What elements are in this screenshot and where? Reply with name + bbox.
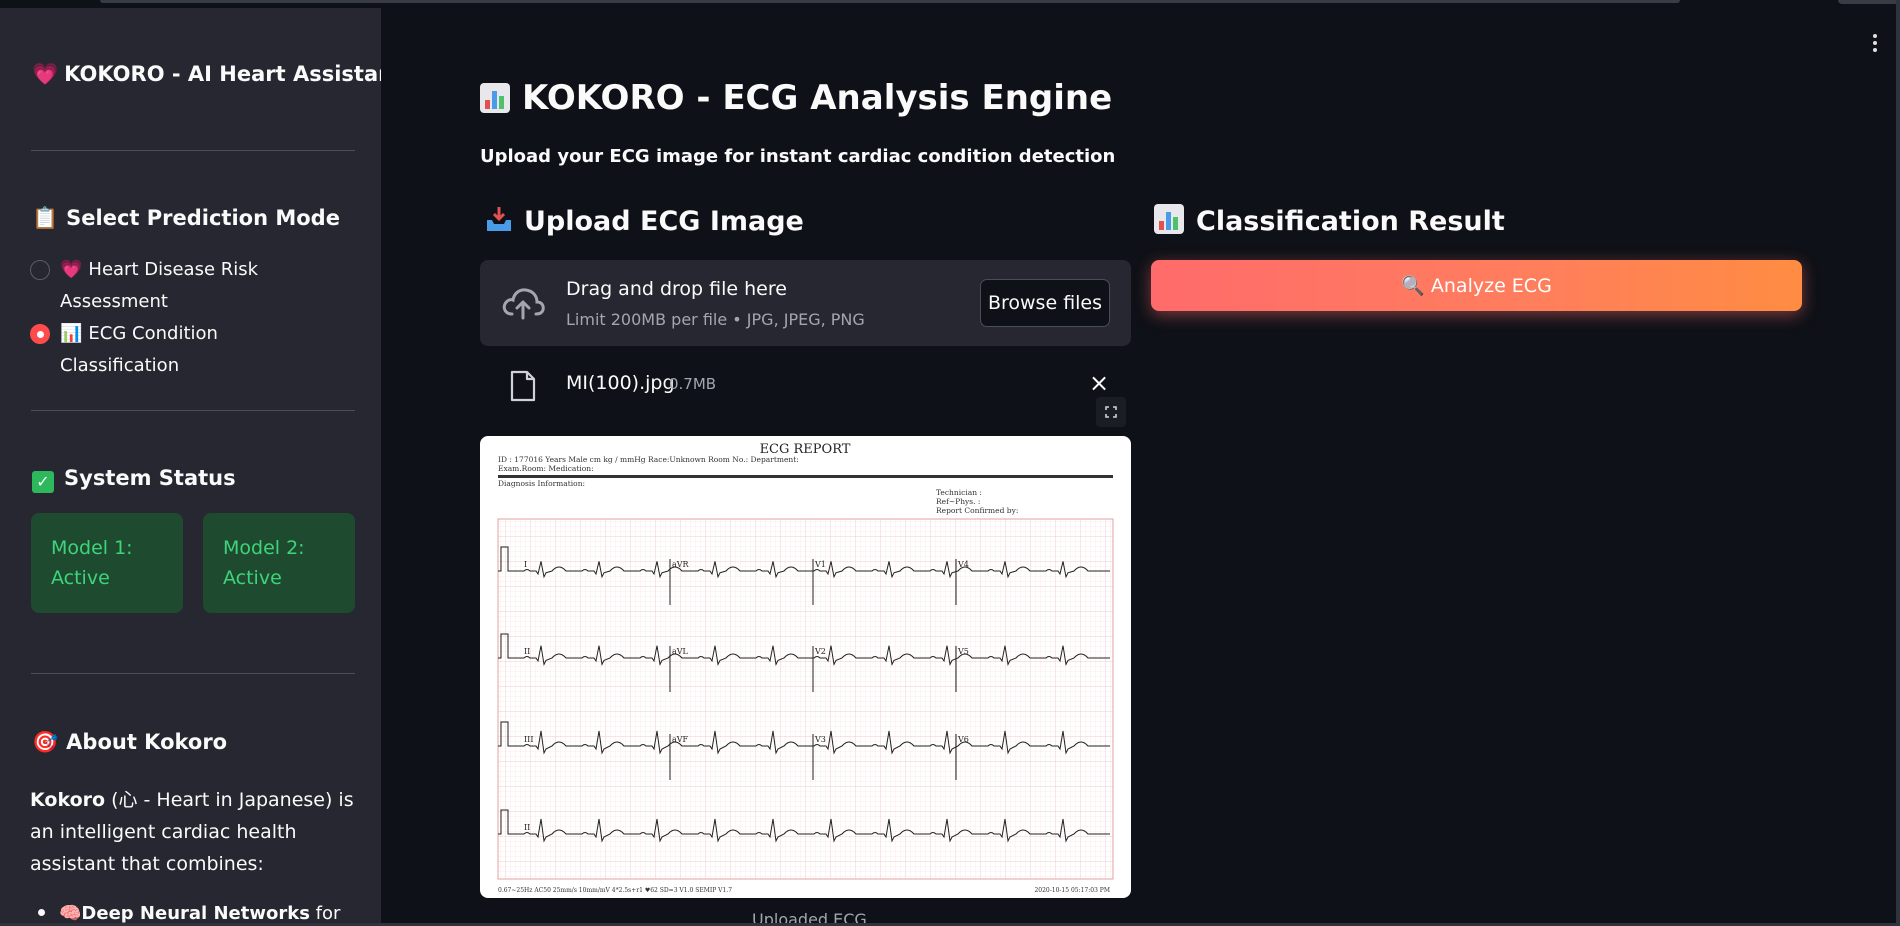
lead-label: V5 [957,647,969,656]
clipboard-icon: 📋 [32,206,59,230]
lead-label: V2 [814,647,826,656]
lead-label: II [524,823,530,832]
lead-label: V6 [957,735,969,744]
browser-chrome-strip [0,0,1900,8]
file-icon [510,370,536,402]
radio-button[interactable] [30,260,50,280]
ecg-report-graphic: ECG REPORT ID : 177016 Years Male cm kg … [497,442,1114,894]
status-heading: ✓ System Status [32,466,236,493]
ecg-confirmed: Report Confirmed by: [936,506,1018,515]
status-card-model-1: Model 1: Active [31,513,183,613]
bar-chart-icon [1154,204,1184,234]
radio-button-selected[interactable] [30,324,50,344]
sidebar-divider [31,410,355,411]
file-name: MI(100).jpg [566,372,675,394]
ecg-footer-left: 0.67~25Hz AC50 25mm/s 10mm/mV 4*2.5s+r1 … [498,887,732,894]
target-icon: 🎯 [32,730,59,754]
bar-chart-icon [480,83,510,113]
upload-heading: Upload ECG Image [484,204,804,237]
heart-icon: 💗 [60,259,83,280]
cloud-upload-icon [502,288,545,320]
status-card-model-2: Model 2: Active [203,513,355,613]
sidebar-divider [31,673,355,674]
file-size: 0.7MB [669,375,717,393]
sidebar-divider [31,150,355,151]
fullscreen-icon[interactable] [1096,397,1126,427]
heart-icon: 💗 [32,62,59,86]
about-text: Kokoro (心 - Heart in Japanese) is an int… [30,789,354,875]
lead-label: aVF [672,735,689,744]
inbox-tray-icon [484,204,514,234]
file-dropzone[interactable]: Drag and drop file here Limit 200MB per … [480,260,1131,346]
browse-files-button[interactable]: Browse files [980,279,1110,327]
lead-label: aVL [672,647,689,656]
window-border [1896,0,1900,926]
checkmark-icon: ✓ [32,471,54,493]
lead-label: V3 [814,735,826,744]
ecg-diagnosis: Diagnosis Information: [498,479,585,488]
lead-label: V4 [957,560,969,569]
lead-label: I [524,560,527,569]
list-item: 🧠Deep Neural Networks for heart [30,898,360,923]
sidebar-title: 💗 KOKORO - AI Heart Assistant [32,62,381,86]
analyze-ecg-button[interactable]: 🔍 Analyze ECG [1151,260,1802,311]
lead-label: III [524,735,533,744]
ecg-header-line1: ID : 177016 Years Male cm kg / mmHg Race… [498,455,799,464]
page-subtitle: Upload your ECG image for instant cardia… [480,146,1116,167]
ecg-technician: Technician : [936,488,982,497]
lead-label: aVR [672,560,690,569]
lead-label: II [524,647,530,656]
address-bar-edge [100,0,1680,3]
lead-label: V1 [814,560,826,569]
about-list: 🧠Deep Neural Networks for heart [30,898,360,923]
dropzone-limit: Limit 200MB per file • JPG, JPEG, PNG [566,310,865,329]
brain-icon: 🧠 [59,903,82,923]
bullet-icon [38,909,45,916]
uploaded-file-row: MI(100).jpg 0.7MB [480,360,1131,410]
ecg-ref-phys: Ref~Phys. : [936,497,980,506]
radio-ecg-classification[interactable]: 📊 ECG Condition Classification [30,318,340,382]
ecg-footer-right: 2020-10-15 05:17:03 PM [1034,887,1110,894]
mode-heading: 📋 Select Prediction Mode [32,206,340,230]
remove-file-icon[interactable]: × [1088,371,1110,395]
browser-button-edge [1838,0,1900,4]
ecg-image: ECG REPORT ID : 177016 Years Male cm kg … [480,436,1131,898]
page-title: KOKORO - ECG Analysis Engine [480,78,1112,118]
radio-label-text: ECG Condition Classification [60,323,218,376]
about-heading: 🎯 About Kokoro [32,730,228,754]
radio-label-text: Heart Disease Risk Assessment [60,259,259,312]
kebab-menu-icon[interactable] [1872,34,1878,56]
bar-chart-icon: 📊 [60,323,83,344]
result-heading: Classification Result [1154,204,1505,237]
ecg-header-line2: Exam.Room: Medication: [498,464,594,473]
dropzone-title: Drag and drop file here [566,278,787,300]
radio-heart-disease-risk[interactable]: 💗 Heart Disease Risk Assessment [30,254,340,318]
sidebar: 💗 KOKORO - AI Heart Assistant 📋 Select Pre… [0,8,381,923]
